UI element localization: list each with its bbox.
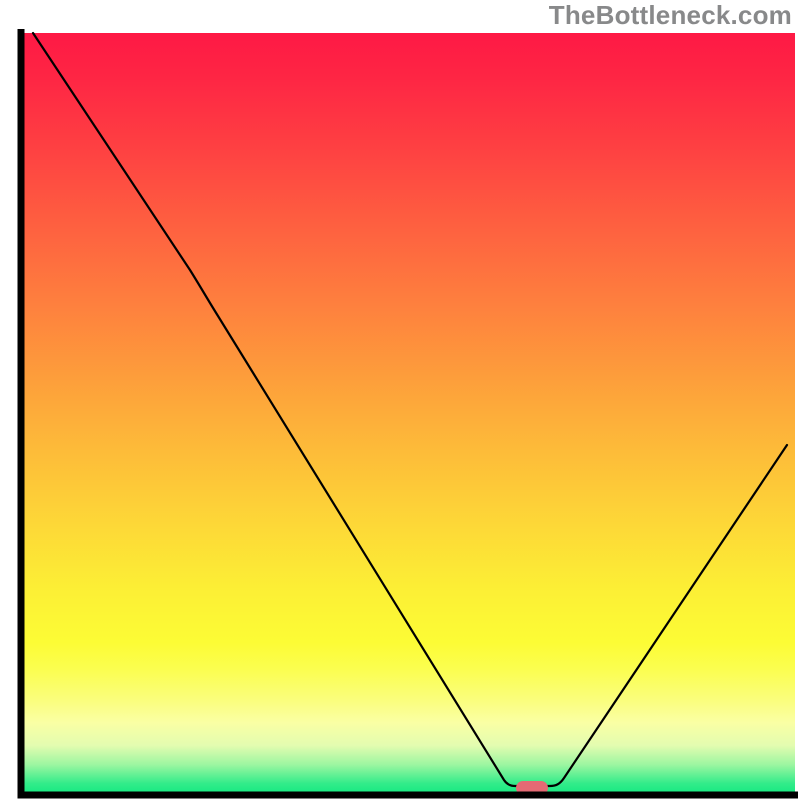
- chart-svg: [0, 0, 800, 800]
- chart-frame: TheBottleneck.com: [0, 0, 800, 800]
- plot-background: [21, 33, 795, 795]
